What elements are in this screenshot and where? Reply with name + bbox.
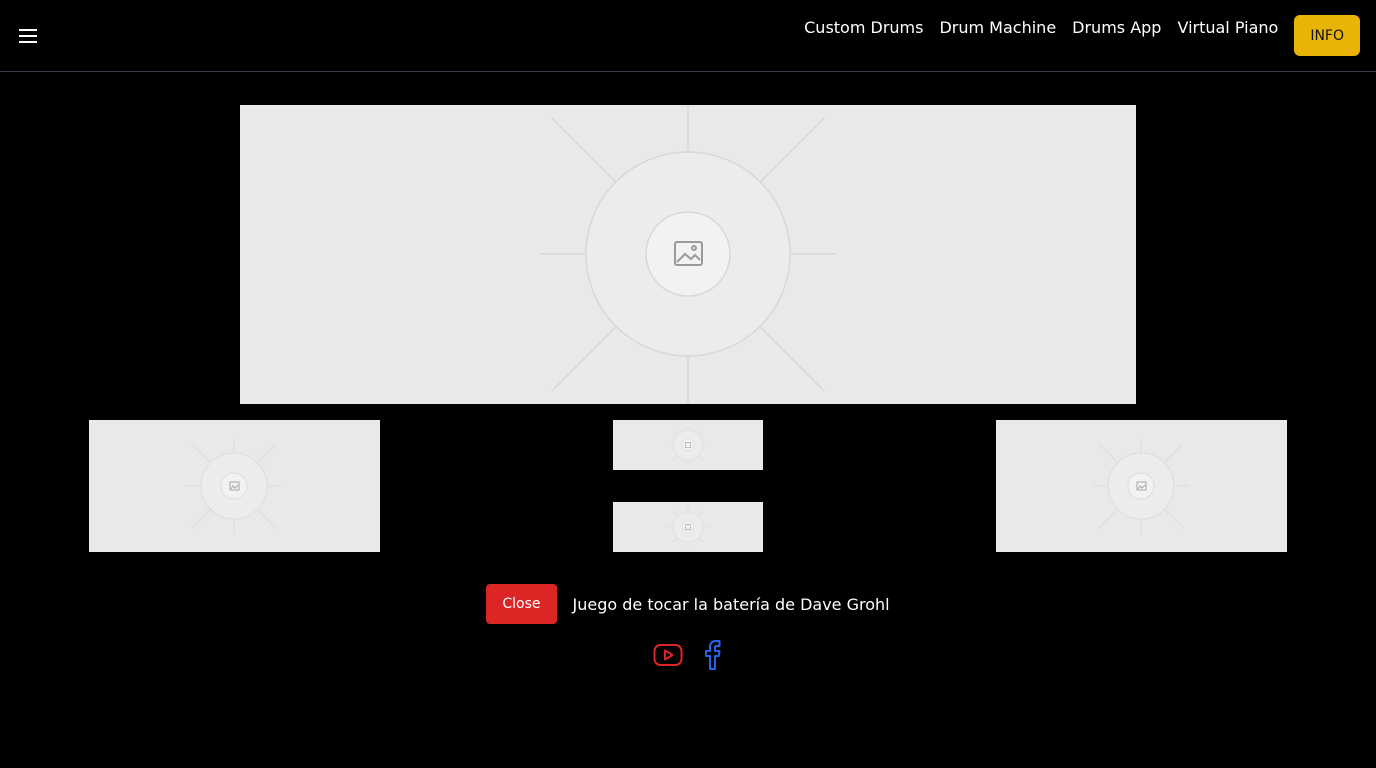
- nav-link-virtual-piano[interactable]: Virtual Piano: [1177, 15, 1278, 41]
- image-placeholder-graphic: [668, 506, 708, 548]
- caption-row: Close Juego de tocar la batería de Dave …: [0, 584, 1376, 624]
- image-placeholder-graphic: [668, 424, 708, 466]
- nav-link-custom-drums[interactable]: Custom Drums: [804, 15, 923, 41]
- thumbnail-center-bottom[interactable]: [613, 502, 763, 552]
- main-nav: Custom Drums Drum Machine Drums App Virt…: [804, 15, 1360, 56]
- image-placeholder-graphic: [540, 105, 836, 404]
- image-placeholder-graphic: [1093, 438, 1189, 534]
- thumbnail-right[interactable]: [996, 420, 1287, 552]
- social-links: [0, 640, 1376, 674]
- facebook-icon[interactable]: [701, 639, 723, 675]
- image-placeholder-graphic: [186, 438, 282, 534]
- thumbnail-left[interactable]: [89, 420, 380, 552]
- close-button[interactable]: Close: [486, 584, 557, 624]
- youtube-icon[interactable]: [653, 643, 683, 671]
- game-caption: Juego de tocar la batería de Dave Grohl: [572, 594, 890, 614]
- nav-link-drum-machine[interactable]: Drum Machine: [939, 15, 1056, 41]
- main-image-placeholder[interactable]: [240, 105, 1136, 404]
- thumbnail-center-top[interactable]: [613, 420, 763, 470]
- info-button[interactable]: INFO: [1294, 15, 1360, 56]
- hamburger-menu-icon[interactable]: [16, 24, 40, 48]
- top-navigation-bar: Custom Drums Drum Machine Drums App Virt…: [0, 0, 1376, 72]
- nav-link-drums-app[interactable]: Drums App: [1072, 15, 1161, 41]
